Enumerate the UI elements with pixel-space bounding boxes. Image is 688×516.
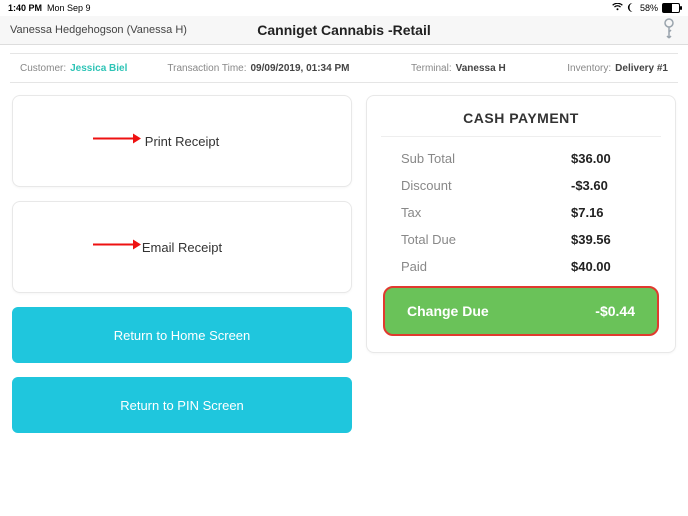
return-pin-label: Return to PIN Screen xyxy=(120,398,244,413)
battery-icon xyxy=(662,3,680,13)
wifi-icon xyxy=(612,3,623,13)
header-user: Vanessa Hedgehogson (Vanessa H) xyxy=(0,24,187,36)
print-receipt-label: Print Receipt xyxy=(145,134,219,149)
change-due-label: Change Due xyxy=(407,303,595,319)
return-home-button[interactable]: Return to Home Screen xyxy=(12,307,352,363)
print-receipt-button[interactable]: Print Receipt xyxy=(12,95,352,187)
customer-name[interactable]: Jessica Biel xyxy=(70,63,127,74)
row-total-due: Total Due $39.56 xyxy=(381,226,661,253)
info-customer: Customer: Jessica Biel xyxy=(20,63,127,74)
row-tax: Tax $7.16 xyxy=(381,199,661,226)
row-discount: Discount -$3.60 xyxy=(381,172,661,199)
email-receipt-button[interactable]: Email Receipt xyxy=(12,201,352,293)
payment-title: CASH PAYMENT xyxy=(381,110,661,126)
key-icon[interactable] xyxy=(660,18,678,47)
info-inventory: Inventory: Delivery #1 xyxy=(567,63,668,74)
moon-icon xyxy=(627,3,636,14)
status-date: Mon Sep 9 xyxy=(47,3,91,13)
ios-status-bar: 1:40 PM Mon Sep 9 58% xyxy=(0,0,688,16)
transaction-info-bar: Customer: Jessica Biel Transaction Time:… xyxy=(10,53,678,83)
return-home-label: Return to Home Screen xyxy=(114,328,251,343)
row-subtotal: Sub Total $36.00 xyxy=(381,145,661,172)
annotation-arrow-icon xyxy=(93,132,141,151)
change-due-box: Change Due -$0.44 xyxy=(383,286,659,336)
app-header: Vanessa Hedgehogson (Vanessa H) Canniget… xyxy=(0,16,688,45)
payment-summary-card: CASH PAYMENT Sub Total $36.00 Discount -… xyxy=(366,95,676,353)
info-transaction-time: Transaction Time: 09/09/2019, 01:34 PM xyxy=(167,63,349,74)
row-paid: Paid $40.00 xyxy=(381,253,661,280)
battery-pct: 58% xyxy=(640,3,658,13)
status-time: 1:40 PM xyxy=(8,3,42,13)
email-receipt-label: Email Receipt xyxy=(142,240,222,255)
info-terminal: Terminal: Vanessa H xyxy=(411,63,506,74)
annotation-arrow-icon xyxy=(93,238,141,257)
change-due-value: -$0.44 xyxy=(595,303,635,319)
divider xyxy=(381,136,661,137)
return-pin-button[interactable]: Return to PIN Screen xyxy=(12,377,352,433)
